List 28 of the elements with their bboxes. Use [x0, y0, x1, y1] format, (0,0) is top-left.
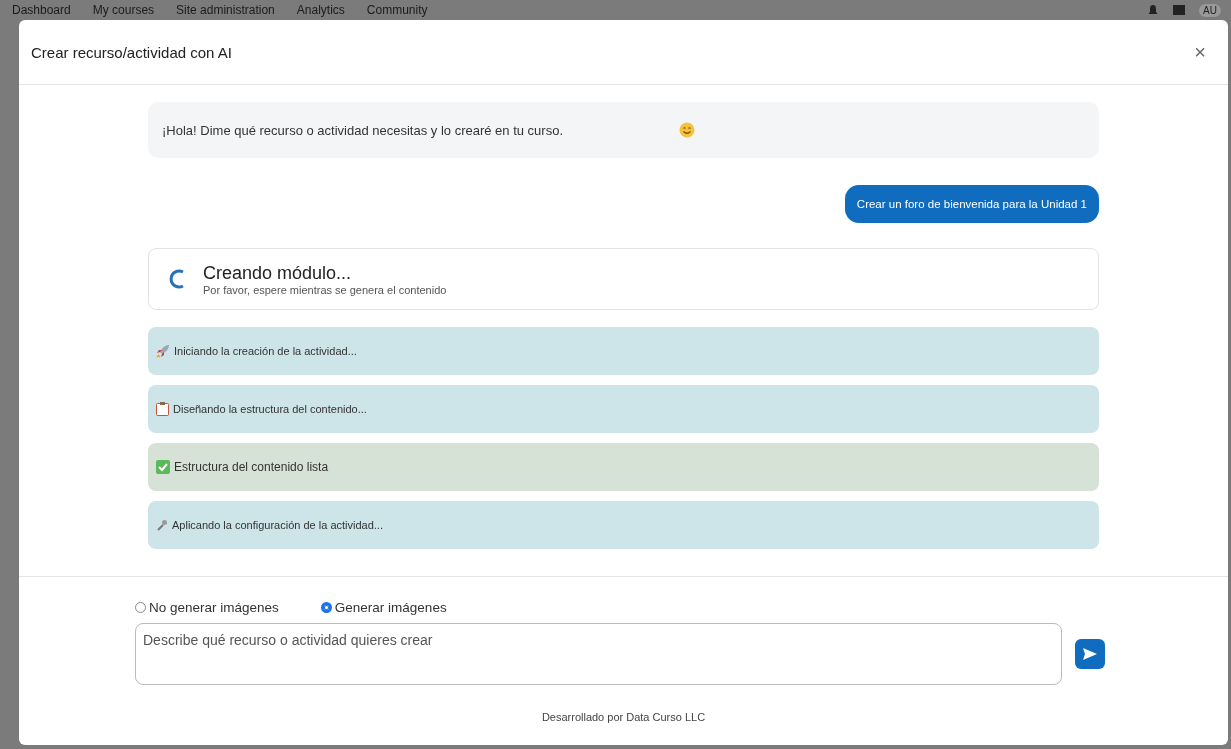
radio-button[interactable] [320, 602, 332, 613]
nav-link[interactable]: My courses [92, 3, 155, 17]
nav-link[interactable]: Dashboard [12, 3, 71, 17]
progress-subtitle: Por favor, espere mientras se genera el contenido [203, 283, 447, 296]
clipboard-icon [156, 402, 169, 416]
step-text: Iniciando la creación de la actividad... [174, 345, 357, 357]
nav-link[interactable]: Analytics [296, 3, 345, 17]
modal-title: Crear recurso/actividad con AI [31, 43, 232, 61]
nav-link[interactable]: Site administration [176, 3, 275, 17]
rocket-icon [156, 344, 170, 358]
bell-icon[interactable] [1147, 4, 1160, 16]
credit-text: Desarrollado por Data Curso LLC [540, 711, 707, 723]
step-text: Diseñando la estructura del contenido... [173, 403, 367, 415]
nav-link[interactable]: Community [366, 3, 428, 17]
image-option[interactable]: No generar imágenes [135, 600, 279, 615]
progress-title: Creando módulo... [203, 262, 353, 284]
wrench-icon [156, 519, 168, 531]
send-icon [1083, 648, 1097, 660]
prompt-field[interactable]: Describe qué recurso o actividad quieres crear [135, 623, 1062, 685]
message-text: ¡Hola! Dime qué recurso o actividad necesitas y lo crearé en tu curso. [162, 122, 564, 138]
checkmark-icon [156, 460, 170, 474]
user-message: Crear un foro de bienvenida para la Unidad 1 [844, 185, 1099, 223]
close-button[interactable]: × [1190, 40, 1210, 64]
send-button[interactable] [1075, 639, 1105, 669]
image-option[interactable]: Generar imágenes [320, 600, 447, 615]
user-avatar[interactable]: AU [1199, 3, 1221, 17]
step-text: Estructura del contenido lista [174, 460, 329, 474]
step-text: Aplicando la configuración de la actividad... [172, 519, 383, 531]
